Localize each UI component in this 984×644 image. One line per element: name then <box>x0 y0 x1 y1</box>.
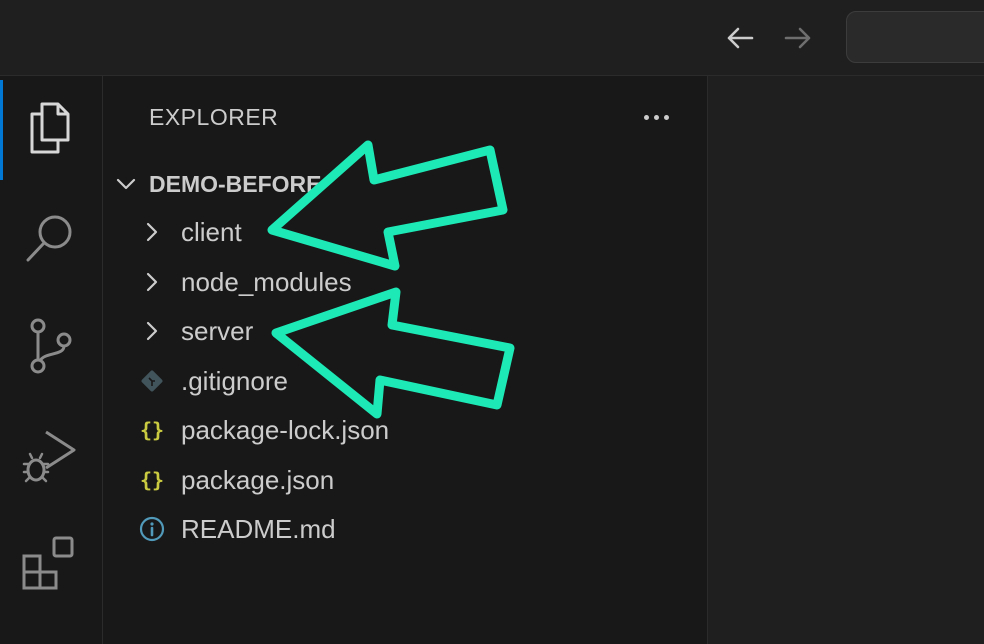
arrow-left-icon <box>727 27 754 49</box>
activity-run-debug[interactable] <box>20 426 80 486</box>
activity-search[interactable] <box>20 208 80 268</box>
tree-item-label: package-lock.json <box>181 414 390 445</box>
tree-item-label: node_modules <box>181 266 352 297</box>
activity-source-control[interactable] <box>20 316 80 376</box>
sidebar-title: EXPLORER <box>149 104 279 130</box>
search-icon <box>26 215 72 262</box>
activity-extensions[interactable] <box>20 534 80 594</box>
source-control-icon <box>30 318 72 374</box>
info-icon <box>139 516 165 542</box>
ellipsis-dot <box>653 114 659 120</box>
json-icon: {} <box>139 468 165 492</box>
tree-item-label: package.json <box>181 464 335 495</box>
tree-item-label: README.md <box>181 513 336 544</box>
chevron-right-icon <box>139 318 165 344</box>
git-icon <box>139 368 165 394</box>
explorer-sidebar: EXPLORER DEMO-BEFORE client node_modules… <box>103 76 708 644</box>
root-folder-name: DEMO-BEFORE <box>149 170 322 197</box>
files-icon <box>30 102 70 154</box>
title-bar <box>0 0 984 76</box>
activity-bar <box>0 76 103 644</box>
extensions-icon <box>22 536 74 590</box>
active-indicator <box>0 80 3 180</box>
chevron-right-icon <box>139 219 165 245</box>
tree-item-label: client <box>181 216 242 247</box>
json-icon: {} <box>139 418 165 442</box>
forward-button[interactable] <box>780 20 816 56</box>
root-folder-header[interactable]: DEMO-BEFORE <box>113 166 322 202</box>
tree-item-label: server <box>181 315 254 346</box>
ellipsis-dot <box>663 114 669 120</box>
tree-item-label: .gitignore <box>181 365 288 396</box>
chevron-down-icon <box>113 171 139 197</box>
run-debug-icon <box>22 430 76 483</box>
activity-explorer[interactable] <box>20 98 80 158</box>
back-button[interactable] <box>722 20 758 56</box>
command-center[interactable] <box>846 11 984 63</box>
arrow-right-icon <box>784 27 811 49</box>
chevron-right-icon <box>139 269 165 295</box>
editor-area <box>708 76 984 644</box>
more-actions-button[interactable] <box>636 102 676 132</box>
ellipsis-icon <box>643 114 649 120</box>
